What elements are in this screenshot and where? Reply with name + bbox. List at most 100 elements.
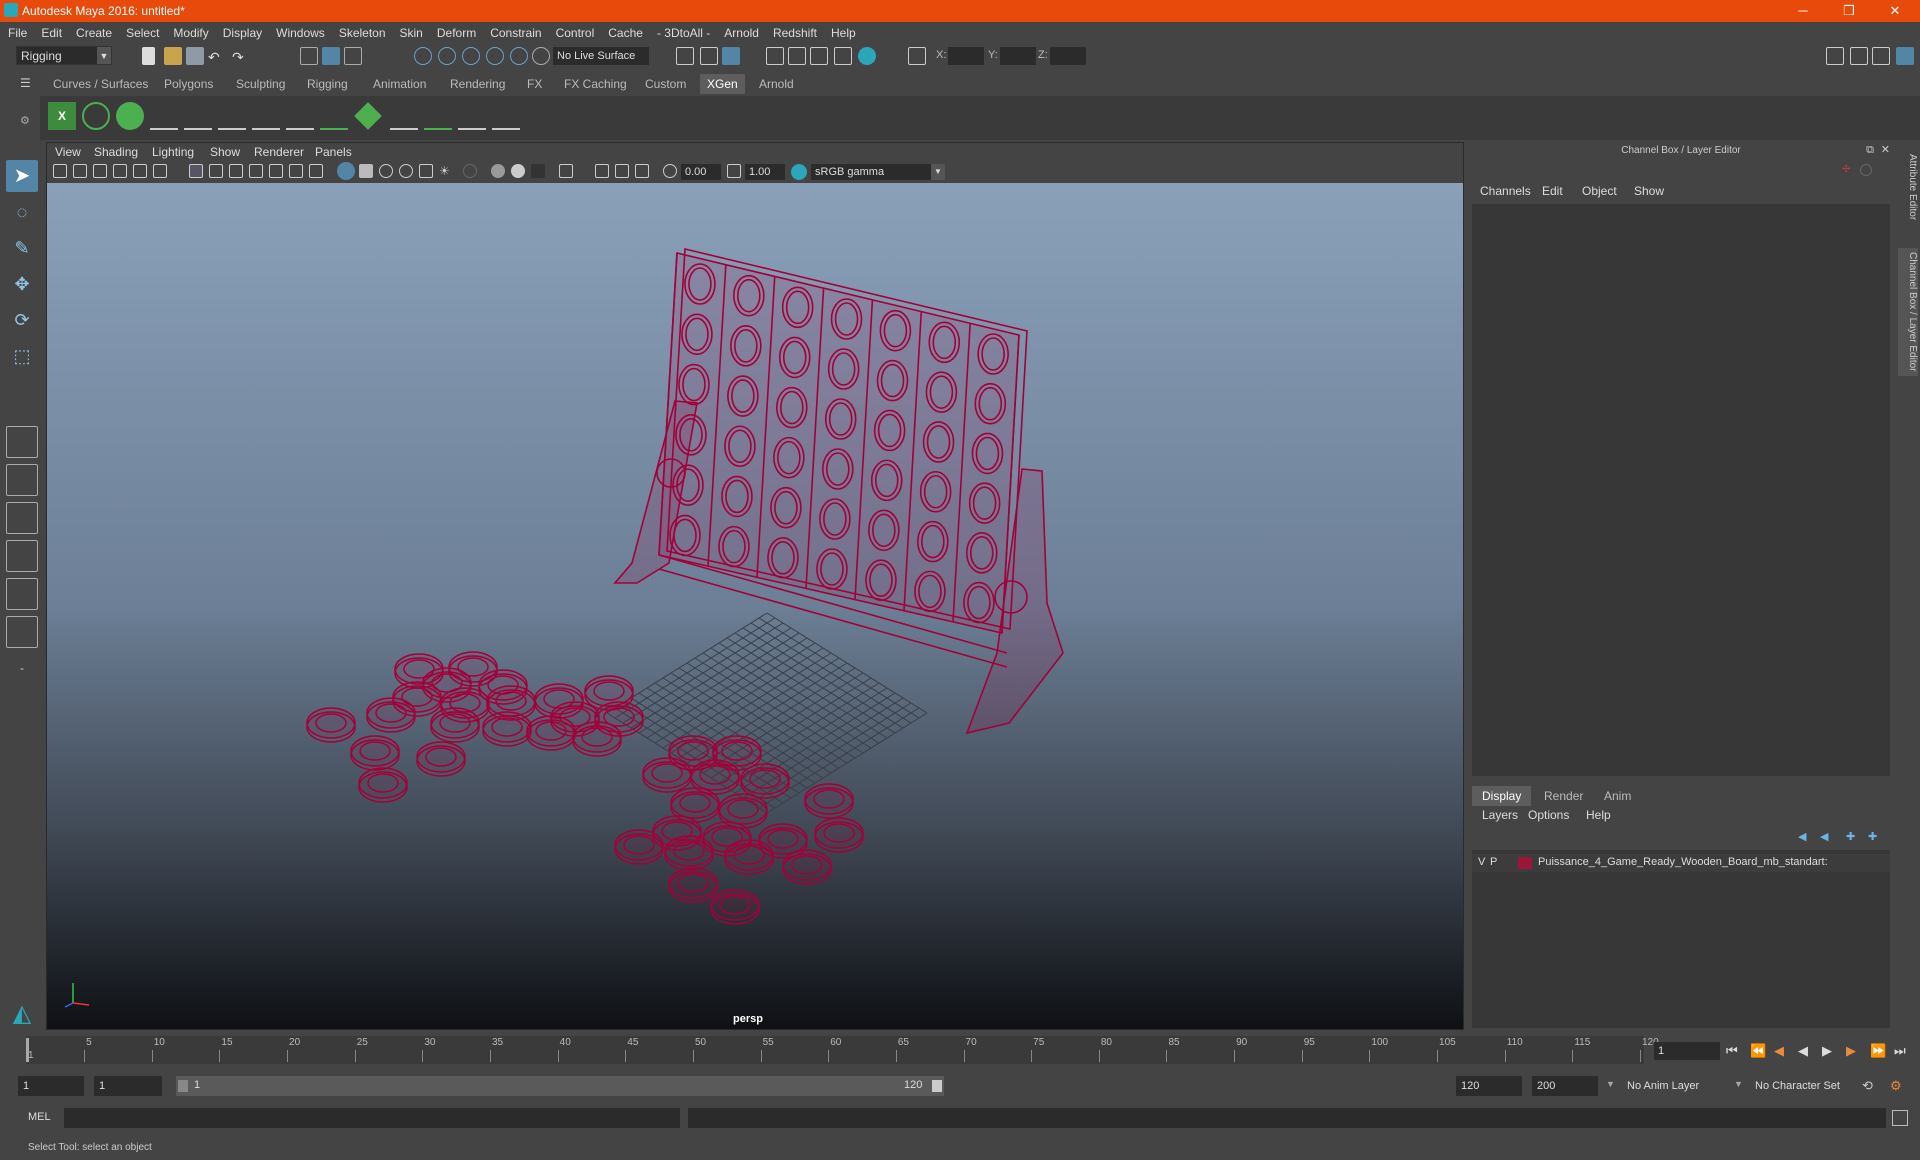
new-scene-icon[interactable]: [142, 47, 155, 65]
shelf-tab-fx-caching[interactable]: FX Caching: [557, 74, 634, 94]
more-layouts-icon[interactable]: -: [6, 652, 38, 684]
render-view-icon[interactable]: [766, 47, 784, 65]
command-language-label[interactable]: MEL: [28, 1111, 51, 1123]
xray-active-icon[interactable]: [615, 164, 629, 178]
play-backward-icon[interactable]: ◀: [1798, 1043, 1808, 1059]
menu-cache[interactable]: Cache: [608, 26, 643, 40]
tab-render[interactable]: Render: [1534, 786, 1593, 806]
close-panel-icon[interactable]: ✕: [1881, 143, 1890, 156]
layer-row[interactable]: V P Puissance_4_Game_Ready_Wooden_Board_…: [1472, 854, 1890, 872]
xgen-place-guide-icon[interactable]: [184, 102, 212, 130]
channel-box-area[interactable]: [1472, 204, 1890, 776]
bookmarks-icon[interactable]: [93, 164, 107, 178]
undo-icon[interactable]: ↶: [208, 49, 226, 67]
new-layer-icon[interactable]: ✚: [1846, 830, 1855, 843]
xray-icon[interactable]: [722, 47, 740, 65]
ipr-render-icon[interactable]: [810, 47, 828, 65]
construction-history-icon[interactable]: [700, 47, 718, 65]
shadows-icon[interactable]: ☀: [439, 164, 453, 178]
grid-toggle-icon[interactable]: [189, 164, 203, 178]
step-back-key-icon[interactable]: ⏪: [1750, 1043, 1766, 1059]
playback-end-field[interactable]: 120: [1456, 1076, 1522, 1096]
snap-live-icon[interactable]: [532, 47, 550, 65]
viewport-menu-lighting[interactable]: Lighting: [152, 145, 194, 159]
viewport-menu-renderer[interactable]: Renderer: [254, 145, 304, 159]
multisample-aa-icon[interactable]: [511, 164, 525, 178]
speed-icon[interactable]: [1860, 164, 1872, 176]
viewport-canvas[interactable]: persp: [47, 183, 1463, 1029]
auto-key-icon[interactable]: ⟲: [1862, 1078, 1873, 1094]
xgen-rebuild-icon[interactable]: [390, 102, 418, 130]
lasso-tool-icon[interactable]: ◌: [6, 196, 38, 228]
xgen-editor-icon[interactable]: X: [48, 102, 76, 130]
hypershade-icon[interactable]: [858, 47, 876, 65]
layer-playback-toggle[interactable]: P: [1490, 856, 1497, 868]
resolution-gate-icon[interactable]: [229, 164, 243, 178]
attribute-editor-tab[interactable]: Attribute Editor: [1898, 150, 1918, 224]
character-set-dropdown[interactable]: No Character Set: [1750, 1076, 1862, 1096]
play-forward-icon[interactable]: ▶: [1822, 1043, 1832, 1059]
color-management-icon[interactable]: [791, 164, 807, 180]
menu-create[interactable]: Create: [76, 26, 112, 40]
x-field[interactable]: [948, 47, 984, 65]
viewport-menu-shading[interactable]: Shading: [94, 145, 138, 159]
select-object-icon[interactable]: [322, 47, 340, 65]
use-all-lights-icon[interactable]: [419, 164, 433, 178]
step-forward-frame-icon[interactable]: ▶: [1846, 1043, 1856, 1059]
shelf-tab-xgen[interactable]: XGen: [700, 74, 745, 94]
persp-hypershade-layout-icon[interactable]: [6, 578, 38, 610]
script-editor-icon[interactable]: [1892, 1110, 1908, 1126]
rotate-tool-icon[interactable]: ⟳: [6, 304, 38, 336]
open-scene-icon[interactable]: [164, 47, 182, 65]
outliner-persp-layout-icon[interactable]: [6, 616, 38, 648]
render-current-icon[interactable]: [788, 47, 806, 65]
move-layer-down-icon[interactable]: ◀: [1820, 830, 1828, 843]
menu-edit[interactable]: Edit: [41, 26, 62, 40]
animation-preferences-icon[interactable]: ⚙: [1890, 1078, 1902, 1094]
input-ops-icon[interactable]: [676, 47, 694, 65]
xgen-lock-guide-icon[interactable]: [286, 102, 314, 130]
snap-curve-icon[interactable]: [438, 47, 456, 65]
redo-icon[interactable]: ↷: [232, 49, 250, 67]
xgen-guide-visibility-icon[interactable]: [252, 102, 280, 130]
xgen-create-description-icon[interactable]: [116, 102, 144, 130]
range-end-handle[interactable]: [932, 1080, 942, 1092]
depth-of-field-icon[interactable]: [531, 164, 545, 178]
shelf-tab-rigging[interactable]: Rigging: [300, 74, 355, 94]
y-field[interactable]: [1000, 47, 1036, 65]
anim-layer-dropdown[interactable]: No Anim Layer: [1622, 1076, 1734, 1096]
move-tool-icon[interactable]: ✥: [6, 268, 38, 300]
layer-name[interactable]: Puissance_4_Game_Ready_Wooden_Board_mb_s…: [1538, 856, 1828, 868]
channel-box-tab[interactable]: Channel Box / Layer Editor: [1898, 248, 1918, 376]
show-menu[interactable]: Show: [1634, 184, 1664, 198]
move-layer-up-icon[interactable]: ◀: [1798, 830, 1806, 843]
shelf-tab-animation[interactable]: Animation: [366, 74, 433, 94]
motion-blur-icon[interactable]: [491, 164, 505, 178]
attribute-editor-toggle-icon[interactable]: [1850, 47, 1868, 65]
time-ruler[interactable]: 1 5 10 15 20 25 30 35 40 45 50 55 60 65 70 75 80 85 90 95 1…: [26, 1036, 1659, 1064]
start-time-field[interactable]: 1: [18, 1076, 84, 1096]
select-tool-icon[interactable]: ➤: [6, 160, 38, 192]
scale-tool-icon[interactable]: ⬚: [6, 340, 38, 372]
current-frame-field[interactable]: 1: [1654, 1042, 1720, 1060]
shelf-tab-arnold[interactable]: Arnold: [752, 74, 801, 94]
xray-mode-icon[interactable]: [595, 164, 609, 178]
layer-visibility-toggle[interactable]: V: [1478, 856, 1485, 868]
textured-icon[interactable]: [399, 164, 413, 178]
go-to-end-icon[interactable]: ⏭: [1894, 1043, 1906, 1059]
object-menu[interactable]: Object: [1582, 184, 1617, 198]
menu-arnold[interactable]: Arnold: [724, 26, 759, 40]
viewport-menu-show[interactable]: Show: [210, 145, 240, 159]
snap-point-icon[interactable]: [462, 47, 480, 65]
menu-control[interactable]: Control: [556, 26, 595, 40]
xgen-add-guide-icon[interactable]: [150, 102, 178, 130]
layer-color-swatch[interactable]: [1518, 857, 1532, 869]
safe-action-icon[interactable]: [289, 164, 303, 178]
step-back-frame-icon[interactable]: ◀: [1774, 1043, 1784, 1059]
layers-menu[interactable]: Layers: [1482, 808, 1518, 822]
range-track[interactable]: 1 120: [176, 1076, 944, 1096]
shelf-menu-icon[interactable]: ☰: [20, 76, 38, 94]
options-menu[interactable]: Options: [1528, 808, 1569, 822]
persp-graph-layout-icon[interactable]: [6, 540, 38, 572]
snap-surface-icon[interactable]: [510, 47, 528, 65]
